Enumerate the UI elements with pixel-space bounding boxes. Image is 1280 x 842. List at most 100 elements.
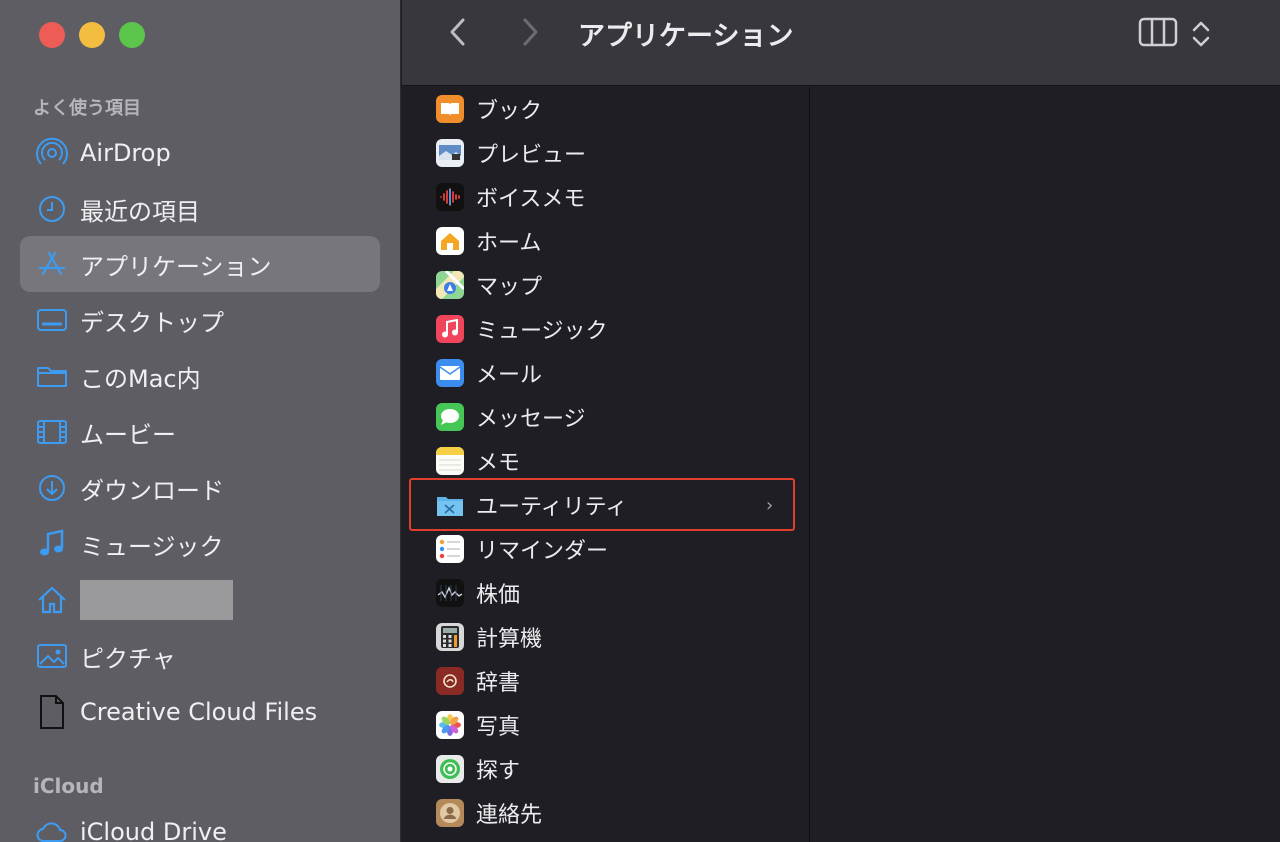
sidebar-item-movies[interactable]: ムービー <box>20 404 380 460</box>
applications-icon <box>32 244 72 284</box>
forward-button[interactable] <box>512 16 548 52</box>
app-label: ブック <box>476 99 543 124</box>
app-label: メモ <box>476 451 521 476</box>
sidebar-item-home[interactable] <box>20 572 380 628</box>
list-item-preview[interactable]: プレビュー <box>402 131 810 175</box>
view-options-button[interactable] <box>1190 18 1214 50</box>
app-label: 写真 <box>476 715 521 740</box>
preview-column <box>811 87 1280 842</box>
minimize-window-button[interactable] <box>79 22 105 48</box>
list-item-find-my[interactable]: 探す <box>402 747 810 791</box>
app-label: プレビュー <box>476 143 587 168</box>
list-item-books[interactable]: ブック <box>402 87 810 131</box>
view-mode-button[interactable] <box>1138 16 1178 52</box>
sidebar-item-applications[interactable]: アプリケーション <box>20 236 380 292</box>
sidebar-item-desktop[interactable]: デスクトップ <box>20 292 380 348</box>
sidebar-item-downloads[interactable]: ダウンロード <box>20 460 380 516</box>
sidebar-item-recents[interactable]: 最近の項目 <box>20 181 380 237</box>
folder-icon <box>32 356 72 396</box>
download-icon <box>32 468 72 508</box>
list-item-photos[interactable]: 写真 <box>402 703 810 747</box>
list-item-music[interactable]: ミュージック <box>402 307 810 351</box>
column-view-icon <box>1138 17 1178 52</box>
app-label: メール <box>476 363 543 388</box>
applications-column: ブック プレビュー ボイスメモ ホーム マップ ミュージック メール メッセージ… <box>402 87 810 842</box>
sidebar-item-label: デスクトップ <box>80 308 224 337</box>
sidebar-item-icloud-drive[interactable]: iCloud Drive <box>20 804 380 842</box>
dictionary-app-icon <box>436 667 464 695</box>
sidebar-item-creative-cloud-files[interactable]: Creative Cloud Files <box>20 684 380 740</box>
film-icon <box>32 412 72 452</box>
app-label: マップ <box>476 275 543 300</box>
app-label: 辞書 <box>476 671 521 696</box>
photo-icon <box>32 636 72 676</box>
app-label: リマインダー <box>476 539 609 564</box>
close-window-button[interactable] <box>39 22 65 48</box>
stocks-app-icon <box>436 579 464 607</box>
sidebar-item-music[interactable]: ミュージック <box>20 516 380 572</box>
sidebar-item-label: ピクチャ <box>80 644 176 673</box>
sidebar-item-label: ムービー <box>80 420 176 449</box>
list-item-voice-memos[interactable]: ボイスメモ <box>402 175 810 219</box>
window-title: アプリケーション <box>578 21 794 52</box>
sidebar-item-label: ミュージック <box>80 532 224 561</box>
sidebar-item-label: アプリケーション <box>80 252 272 281</box>
list-item-dictionary[interactable]: 辞書 <box>402 659 810 703</box>
icloud-section-title: iCloud <box>33 774 104 798</box>
preview-app-icon <box>436 139 464 167</box>
airdrop-icon <box>32 133 72 173</box>
list-item-notes[interactable]: メモ <box>402 439 810 483</box>
list-item-messages[interactable]: メッセージ <box>402 395 810 439</box>
sidebar: よく使う項目 AirDrop 最近の項目 アプリケーション デスクトップ このM… <box>0 0 401 842</box>
notes-app-icon <box>436 447 464 475</box>
sidebar-item-label: iCloud Drive <box>80 818 227 842</box>
clock-icon <box>32 189 72 229</box>
chevron-right-icon: › <box>766 494 774 516</box>
cloud-icon <box>32 812 72 842</box>
home-icon <box>32 580 72 620</box>
list-item-mail[interactable]: メール <box>402 351 810 395</box>
app-label: ユーティリティ <box>476 495 628 520</box>
list-item-maps[interactable]: マップ <box>402 263 810 307</box>
sidebar-item-label: 最近の項目 <box>80 197 200 226</box>
app-label: 探す <box>476 759 521 784</box>
app-label: 連絡先 <box>476 803 543 828</box>
list-item-calculator[interactable]: 計算機 <box>402 615 810 659</box>
list-item-stocks[interactable]: 株価 <box>402 571 810 615</box>
desktop-icon <box>32 300 72 340</box>
up-down-chevron-icon <box>1190 21 1212 54</box>
music-note-icon <box>32 524 72 564</box>
photos-app-icon <box>436 711 464 739</box>
redacted-username <box>80 580 233 620</box>
list-item-home[interactable]: ホーム <box>402 219 810 263</box>
list-item-reminders[interactable]: リマインダー <box>402 527 810 571</box>
back-button[interactable] <box>440 16 476 52</box>
voice-memos-app-icon <box>436 183 464 211</box>
sidebar-item-label: AirDrop <box>80 139 171 167</box>
messages-app-icon <box>436 403 464 431</box>
reminders-app-icon <box>436 535 464 563</box>
mail-app-icon <box>436 359 464 387</box>
zoom-window-button[interactable] <box>119 22 145 48</box>
sidebar-item-pictures[interactable]: ピクチャ <box>20 628 380 684</box>
app-label: ボイスメモ <box>476 187 586 212</box>
sidebar-item-this-mac[interactable]: このMac内 <box>20 348 380 404</box>
sidebar-item-label: Creative Cloud Files <box>80 698 318 726</box>
app-label: メッセージ <box>476 407 586 432</box>
sidebar-item-label: ダウンロード <box>80 476 224 505</box>
sidebar-item-airdrop[interactable]: AirDrop <box>20 125 380 181</box>
app-label: ホーム <box>476 231 542 256</box>
books-app-icon <box>436 95 464 123</box>
music-app-icon <box>436 315 464 343</box>
home-app-icon <box>436 227 464 255</box>
list-item-contacts[interactable]: 連絡先 <box>402 791 810 835</box>
chevron-left-icon <box>448 17 468 51</box>
contacts-app-icon <box>436 799 464 827</box>
toolbar: アプリケーション <box>402 0 1280 86</box>
list-item-utilities[interactable]: ユーティリティ › <box>402 483 810 527</box>
app-label: 株価 <box>476 583 521 608</box>
favorites-section-title: よく使う項目 <box>33 98 141 119</box>
sidebar-item-label: このMac内 <box>80 364 201 393</box>
utilities-folder-icon <box>436 491 464 519</box>
maps-app-icon <box>436 271 464 299</box>
